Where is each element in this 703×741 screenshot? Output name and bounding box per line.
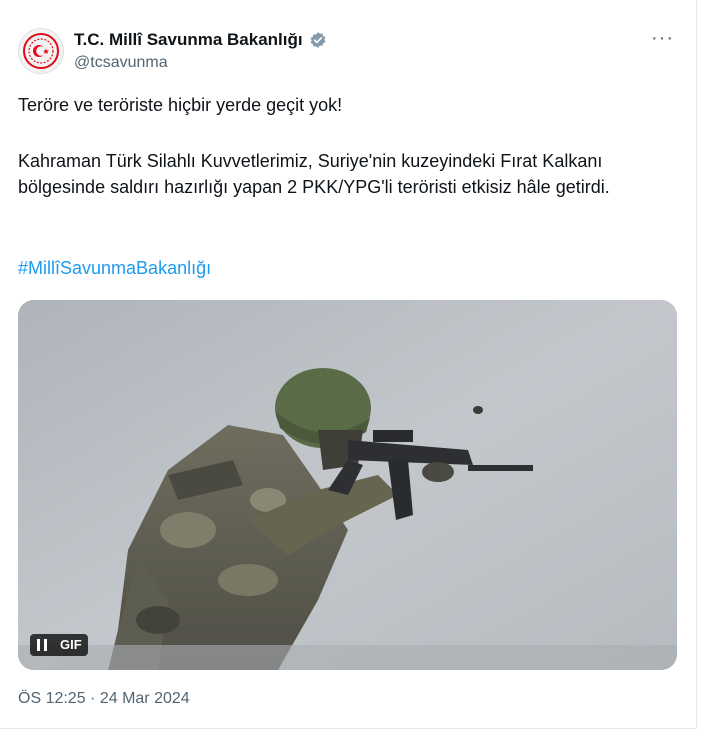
ministry-emblem-icon — [23, 33, 59, 69]
account-handle[interactable]: @tcsavunma — [74, 54, 168, 72]
tweet-text-body: Kahraman Türk Silahlı Kuvvetlerimiz, Sur… — [18, 151, 610, 197]
pause-button[interactable] — [30, 634, 54, 656]
tweet-media-gif[interactable]: GIF — [18, 300, 677, 670]
tweet-text-line1: Teröre ve teröriste hiçbir yerde geçit y… — [18, 95, 343, 115]
pause-icon — [37, 639, 47, 651]
soldier-firing-image — [18, 300, 677, 670]
avatar[interactable] — [18, 28, 64, 74]
tweet-timestamp[interactable]: ÖS 12:25 · 24 Mar 2024 — [18, 690, 190, 708]
hashtag-link[interactable]: #MillîSavunmaBakanlığı — [18, 258, 211, 279]
gif-label: GIF — [54, 634, 88, 656]
display-name[interactable]: T.C. Millî Savunma Bakanlığı — [74, 30, 327, 50]
more-options-icon[interactable]: ··· — [651, 28, 674, 48]
tweet-card: T.C. Millî Savunma Bakanlığı @tcsavunma … — [0, 0, 697, 729]
display-name-text: T.C. Millî Savunma Bakanlığı — [74, 30, 303, 49]
verified-badge-icon — [310, 32, 326, 48]
gif-badge: GIF — [30, 634, 88, 656]
